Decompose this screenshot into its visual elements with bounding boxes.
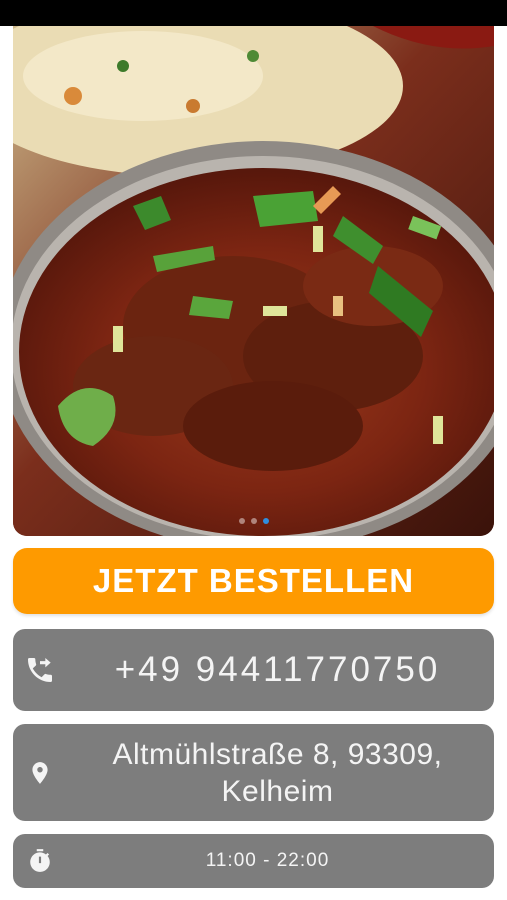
address-text[interactable]: Altmühlstraße 8, 93309, Kelheim: [13, 736, 494, 810]
address-card[interactable]: Altmühlstraße 8, 93309, Kelheim: [13, 724, 494, 821]
opening-hours-text: 11:00 - 22:00: [205, 850, 330, 871]
carousel-dot-active[interactable]: [262, 518, 269, 524]
order-now-button[interactable]: JETZT BESTELLEN: [13, 548, 494, 614]
status-bar: [0, 0, 507, 26]
food-photo: [13, 26, 494, 536]
carousel-indicator[interactable]: [13, 518, 494, 524]
carousel-dot[interactable]: [250, 518, 257, 524]
address-line1: Altmühlstraße 8, 93309,: [112, 737, 443, 771]
phone-number[interactable]: +49 94411770750: [13, 650, 494, 690]
opening-hours-card: 11:00 - 22:00: [13, 834, 494, 888]
phone-card[interactable]: +49 94411770750: [13, 629, 494, 711]
address-line2: Kelheim: [221, 774, 334, 808]
location-pin-icon: [21, 758, 59, 788]
food-image-carousel[interactable]: [13, 26, 494, 536]
stopwatch-icon: [21, 848, 59, 874]
carousel-dot[interactable]: [238, 518, 245, 524]
phone-forward-icon: [21, 654, 59, 686]
